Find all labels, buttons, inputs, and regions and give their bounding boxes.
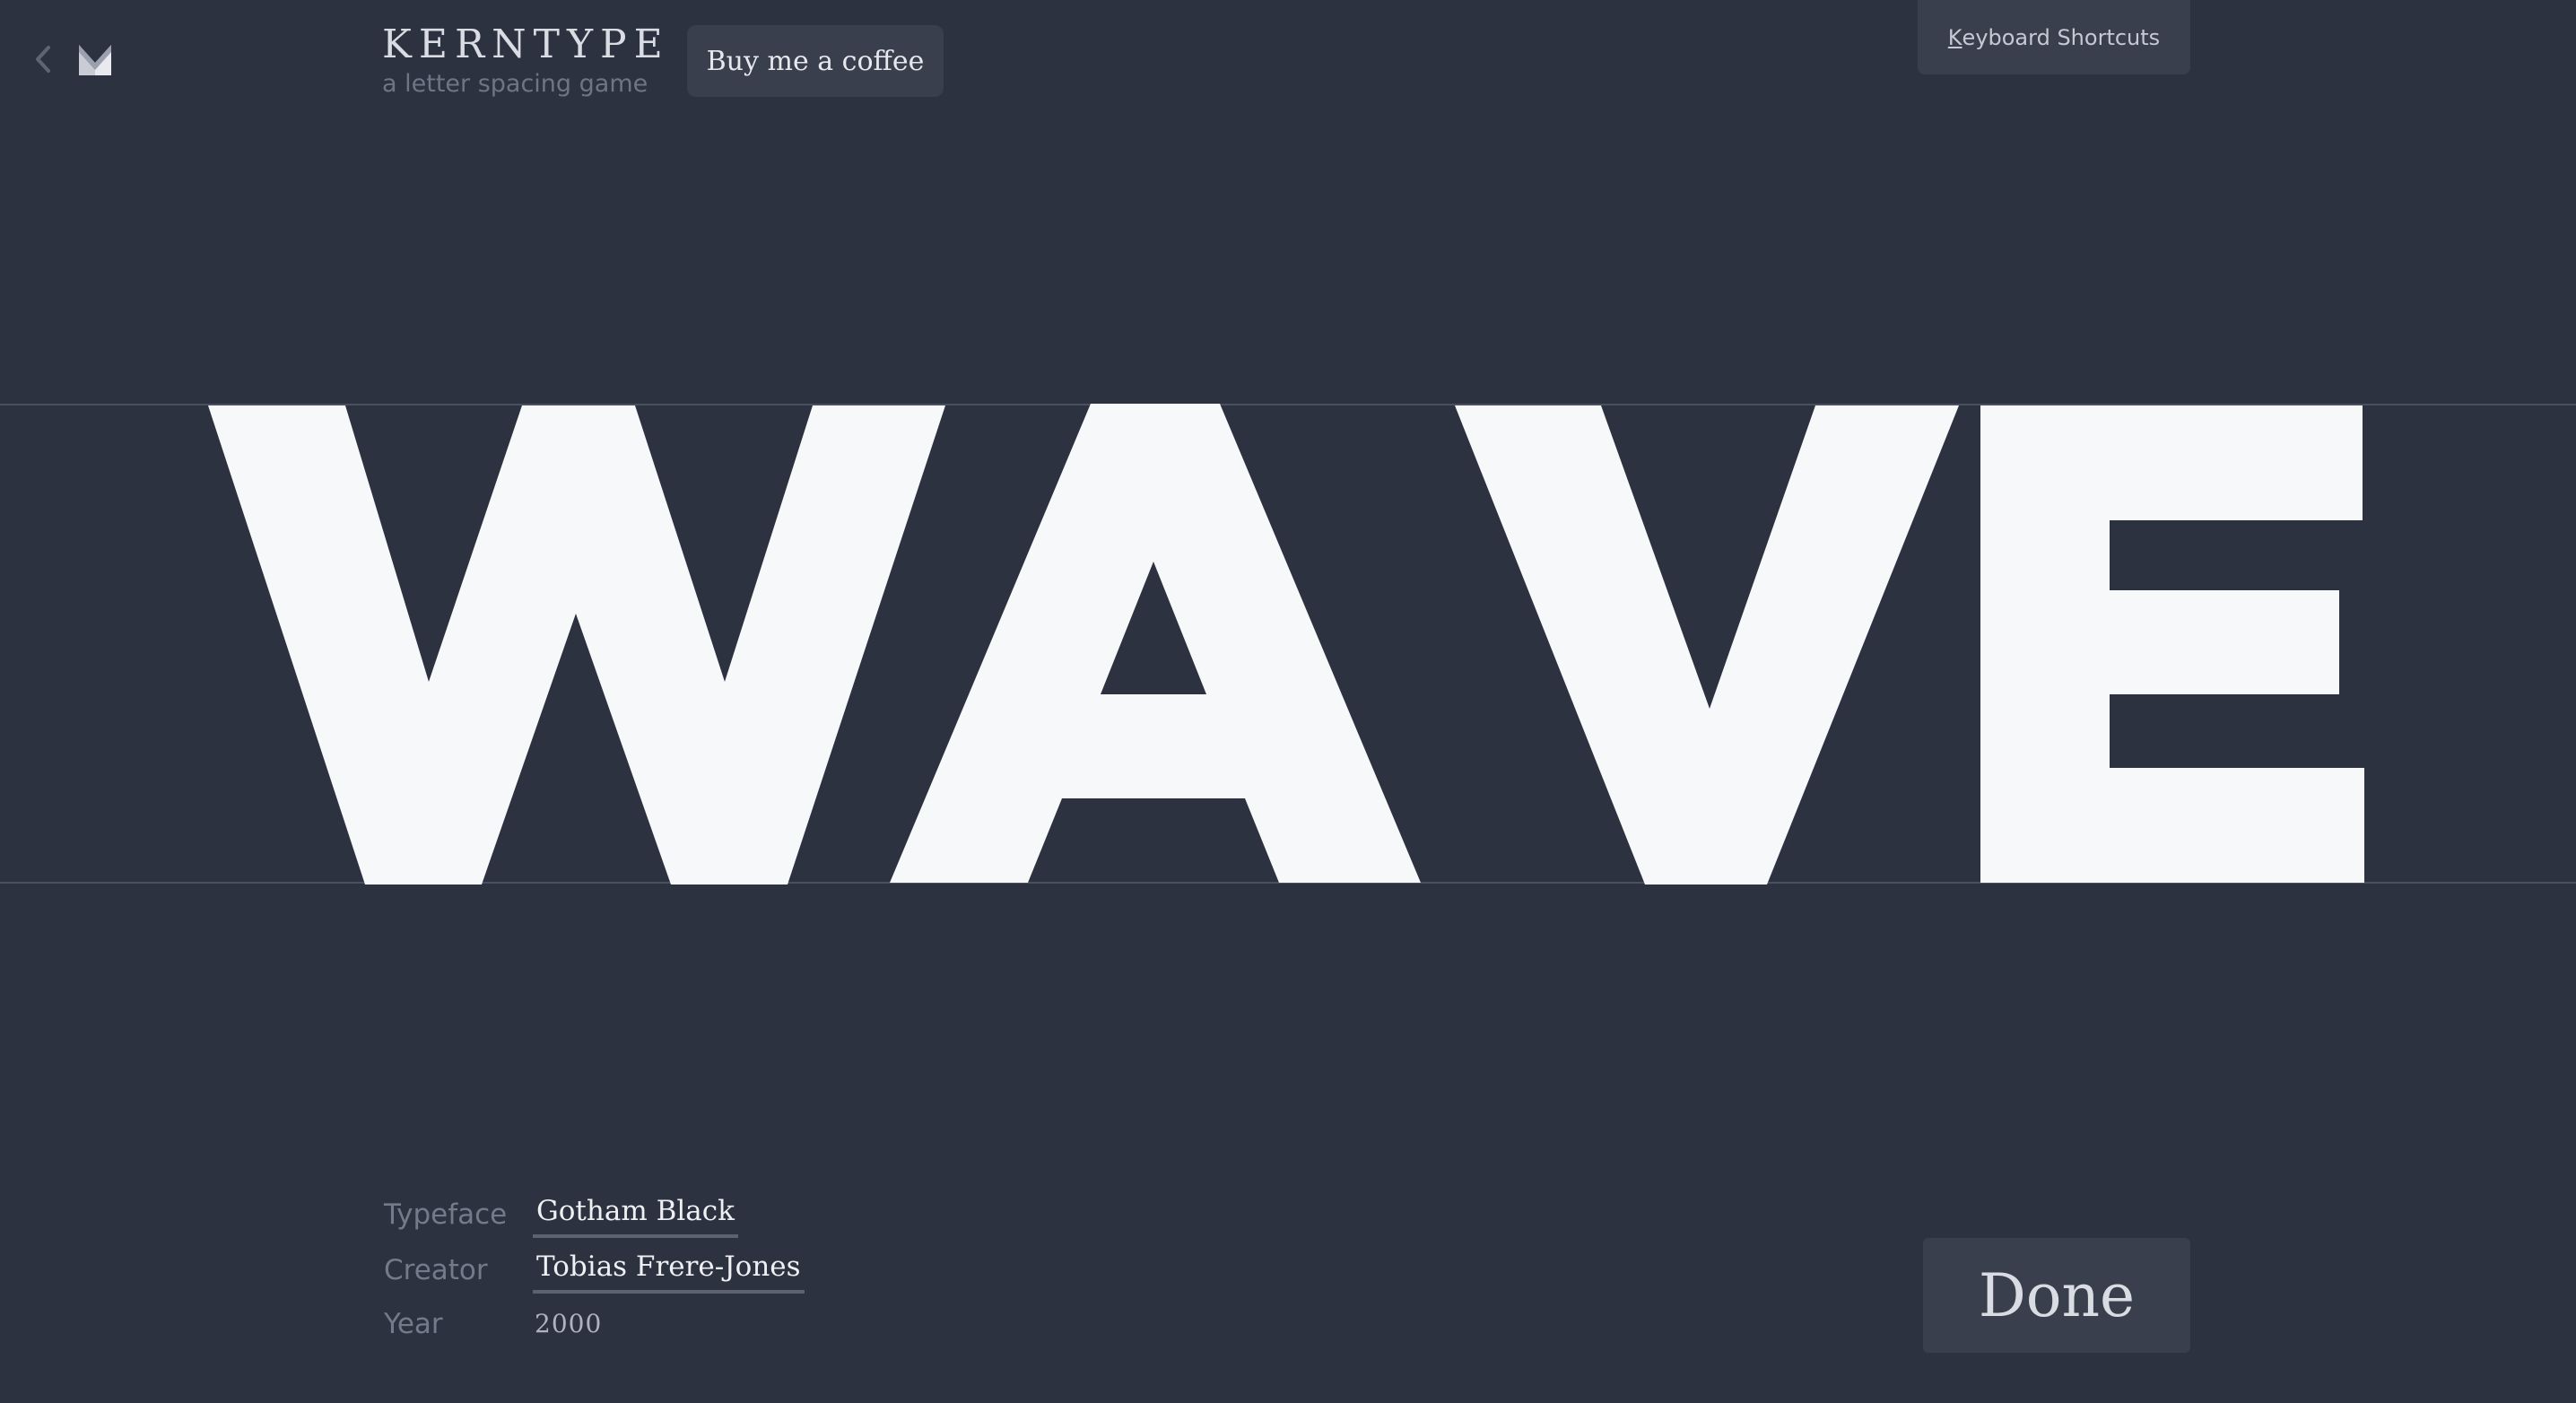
- app-subtitle: a letter spacing game: [382, 70, 648, 98]
- letter-a[interactable]: [890, 404, 1421, 883]
- shortcut-access-key: K: [1947, 24, 1962, 50]
- logo-button[interactable]: [75, 39, 115, 79]
- back-button[interactable]: [25, 39, 61, 79]
- done-button[interactable]: Done: [1923, 1238, 2190, 1353]
- shortcuts-label: eyboard Shortcuts: [1962, 24, 2161, 50]
- kerntype-logo-icon: [79, 45, 111, 75]
- creator-label: Creator: [384, 1254, 488, 1286]
- letter-e[interactable]: [1980, 405, 2364, 883]
- app-title: KERNTYPE: [382, 22, 670, 67]
- buy-coffee-button[interactable]: Buy me a coffee: [687, 25, 944, 97]
- kerntype-game-screen: KERNTYPE a letter spacing game Buy me a …: [0, 0, 2576, 1403]
- chevron-left-icon: [36, 46, 50, 73]
- keyboard-shortcuts-button[interactable]: Keyboard Shortcuts: [1918, 0, 2190, 74]
- typeface-link[interactable]: Gotham Black: [533, 1193, 738, 1238]
- year-label: Year: [384, 1308, 443, 1340]
- kerning-word: [208, 404, 2364, 884]
- creator-link[interactable]: Tobias Frere-Jones: [533, 1249, 805, 1294]
- year-value: 2000: [535, 1309, 603, 1338]
- letter-w[interactable]: [208, 405, 945, 884]
- letter-v[interactable]: [1455, 405, 1959, 884]
- typeface-label: Typeface: [384, 1198, 508, 1231]
